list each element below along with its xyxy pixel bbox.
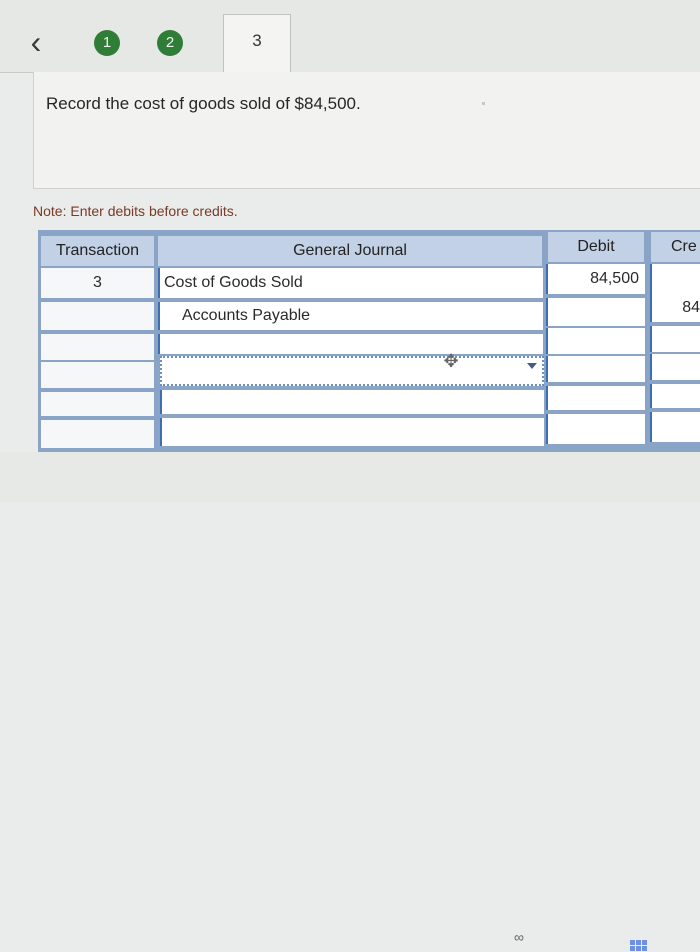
account-input[interactable] — [160, 418, 544, 446]
debit-input[interactable] — [546, 298, 645, 326]
debit-input[interactable]: 84,500 — [546, 264, 645, 294]
chevron-down-icon[interactable] — [527, 363, 537, 369]
account-input[interactable] — [158, 334, 543, 354]
debit-input[interactable] — [546, 414, 645, 444]
header-transaction: Transaction — [41, 236, 154, 266]
credit-input[interactable] — [650, 384, 700, 408]
transaction-cell — [41, 334, 154, 360]
instruction-panel: Record the cost of goods sold of $84,500… — [33, 72, 700, 189]
step-3-tab[interactable]: 3 — [223, 14, 291, 75]
step-1-button[interactable]: 1 — [94, 30, 120, 56]
debit-input[interactable] — [546, 356, 645, 382]
debit-input[interactable] — [546, 328, 645, 354]
debit-input[interactable] — [546, 386, 645, 410]
move-cursor-icon: ✥ — [443, 351, 459, 371]
credit-input[interactable] — [650, 412, 700, 442]
account-input[interactable]: Cost of Goods Sold — [158, 268, 543, 298]
grid-icon[interactable] — [630, 940, 648, 952]
step-2-button[interactable]: 2 — [157, 30, 183, 56]
credit-input[interactable] — [650, 354, 700, 380]
transaction-cell — [41, 362, 154, 388]
credit-input[interactable] — [650, 326, 700, 352]
note-text: Note: Enter debits before credits. — [33, 203, 238, 219]
transaction-cell — [41, 420, 154, 448]
header-debit: Debit — [548, 232, 644, 262]
chevron-left-icon[interactable]: ‹ — [24, 24, 48, 60]
credit-input[interactable] — [650, 264, 700, 294]
step-navigation: ‹ 1 2 3 — [0, 0, 700, 75]
header-credit: Cre — [651, 232, 700, 262]
account-input[interactable]: Accounts Payable — [158, 302, 543, 330]
footer-bar: ∞ — [0, 452, 700, 952]
transaction-cell — [41, 302, 154, 330]
credit-input[interactable]: 84 — [650, 294, 700, 322]
decorative-dot — [482, 102, 485, 105]
link-icon[interactable]: ∞ — [514, 930, 536, 944]
header-general-journal: General Journal — [158, 236, 542, 266]
transaction-cell — [41, 392, 154, 416]
transaction-cell: 3 — [41, 268, 154, 298]
account-select[interactable] — [160, 356, 544, 386]
account-input[interactable] — [160, 390, 544, 414]
instruction-text: Record the cost of goods sold of $84,500… — [46, 94, 361, 113]
